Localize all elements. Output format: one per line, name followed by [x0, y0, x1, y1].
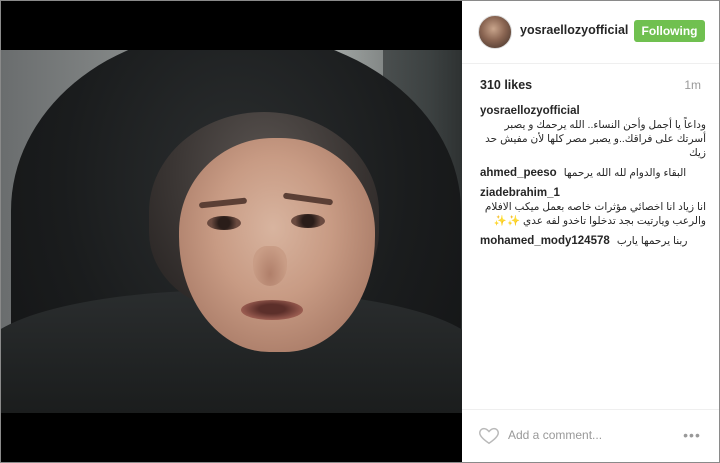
comment-item: yosraellozyofficial وداعاً يا أجمل وأحن … [480, 104, 706, 160]
comment-item: mohamed_mody124578 ربنا يرحمها يارب [480, 234, 706, 248]
comment-text: البقاء والدوام لله الله يرحمها [563, 167, 687, 179]
comment-item: ahmed_peeso البقاء والدوام لله الله يرحم… [480, 166, 706, 180]
post-photo[interactable] [1, 50, 462, 413]
post-media-pane [1, 1, 462, 462]
post-footer: ••• [462, 409, 719, 462]
comment-username[interactable]: ahmed_peeso [480, 167, 557, 179]
instagram-post-window: yosraellozyofficial Following 310 likes … [0, 0, 720, 463]
heart-outline-icon[interactable] [478, 424, 500, 446]
photo-face [179, 138, 375, 352]
comment-username[interactable]: ziadebrahim_1 [480, 187, 560, 199]
likes-row: 310 likes 1m [480, 78, 703, 94]
post-time[interactable]: 1m [684, 78, 701, 92]
ellipsis-icon[interactable]: ••• [681, 425, 703, 445]
comment-text: وداعاً يا أجمل وأحن النساء.. الله يرحمك … [485, 119, 706, 159]
comments-list: yosraellozyofficial وداعاً يا أجمل وأحن … [480, 104, 706, 254]
comment-username[interactable]: mohamed_mody124578 [480, 235, 610, 247]
comment-text: انا زياد انا اخصائي مؤثرات خاصه بعمل ميك… [484, 201, 706, 227]
post-header: yosraellozyofficial Following [462, 1, 719, 64]
comment-item: ziadebrahim_1 انا زياد انا اخصائي مؤثرات… [480, 186, 706, 228]
post-sidebar: yosraellozyofficial Following 310 likes … [462, 1, 719, 462]
add-comment-input[interactable] [508, 424, 658, 446]
header-username[interactable]: yosraellozyofficial [520, 23, 628, 37]
photo-right-eye [291, 214, 325, 228]
photo-left-eye [207, 216, 241, 230]
photo-mouth [241, 300, 303, 320]
photo-nose [253, 246, 287, 286]
following-button[interactable]: Following [634, 20, 705, 42]
comment-text: ربنا يرحمها يارب [616, 235, 688, 247]
avatar[interactable] [478, 15, 512, 49]
comment-username[interactable]: yosraellozyofficial [480, 105, 580, 117]
likes-count[interactable]: 310 likes [480, 78, 532, 92]
